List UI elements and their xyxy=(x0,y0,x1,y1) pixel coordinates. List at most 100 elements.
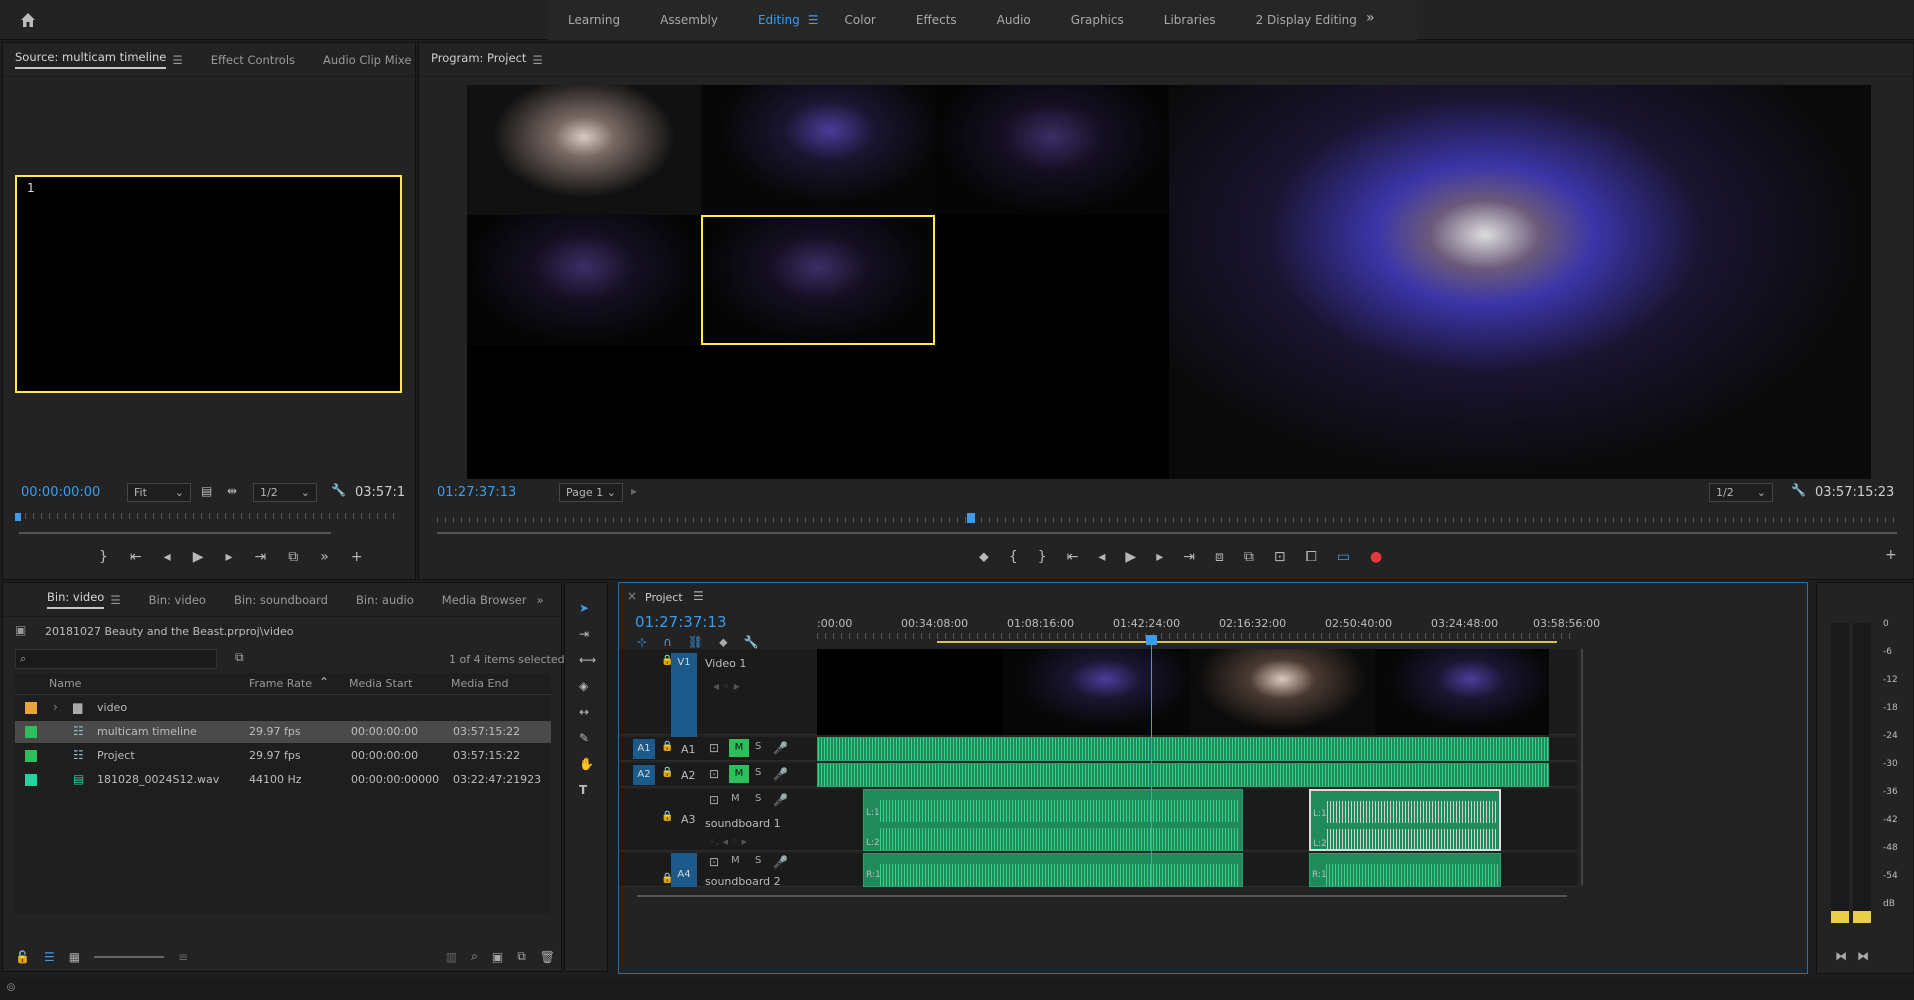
home-icon[interactable] xyxy=(18,10,38,30)
new-bin-icon[interactable]: ▣ xyxy=(492,950,503,964)
track-target-a4[interactable]: A4 xyxy=(671,853,697,887)
source-zoom-bar[interactable] xyxy=(19,532,331,534)
linked-selection-icon[interactable]: ⛓ xyxy=(688,635,703,650)
source-angle-frame[interactable]: 1 xyxy=(15,175,402,393)
audio-clip-a1[interactable] xyxy=(817,737,1549,761)
program-preview[interactable] xyxy=(1169,85,1871,479)
workspace-tab-libraries[interactable]: Libraries xyxy=(1144,13,1236,27)
type-tool-icon[interactable]: T xyxy=(579,783,587,797)
program-playhead[interactable] xyxy=(967,513,975,523)
timeline-playhead-handle[interactable] xyxy=(1146,635,1157,645)
track-target-v1[interactable]: V1 xyxy=(671,653,697,739)
label-color-swatch[interactable] xyxy=(25,750,37,762)
mic-icon[interactable]: 🎤 xyxy=(773,741,788,755)
list-item[interactable]: ▤ 181028_0024S12.wav 44100 Hz 00:00:00:0… xyxy=(15,769,551,791)
workspace-overflow-icon[interactable]: » xyxy=(1366,10,1375,26)
audio-clip-soundboard-1[interactable]: L:1 L:2 xyxy=(863,789,1243,851)
workspace-tab-effects[interactable]: Effects xyxy=(896,13,977,27)
program-resolution-select[interactable]: 1/2 ⌄ xyxy=(1709,483,1773,502)
new-search-bin-icon[interactable]: ⧉ xyxy=(235,650,244,665)
camera-angle-5[interactable] xyxy=(701,215,935,345)
list-item[interactable]: ☷ multicam timeline 29.97 fps 00:00:00:0… xyxy=(15,721,551,743)
camera-icon[interactable]: ⊡ xyxy=(1274,549,1286,565)
solo-button[interactable]: S xyxy=(755,767,761,778)
tab-effect-controls[interactable]: Effect Controls xyxy=(211,53,295,67)
icon-view-icon[interactable]: ▦ xyxy=(69,950,80,964)
mic-icon[interactable]: 🎤 xyxy=(773,793,788,807)
workspace-tab-audio[interactable]: Audio xyxy=(977,13,1051,27)
tab-bin-audio[interactable]: Bin: audio xyxy=(356,593,414,607)
keyframe-nav-icon[interactable]: ◂ ◦ ▸ xyxy=(713,679,740,693)
go-to-out-icon[interactable]: ⇥ xyxy=(255,549,267,565)
voice-over-icon[interactable]: ⊡ xyxy=(709,767,719,781)
mic-icon[interactable]: 🎤 xyxy=(773,767,788,781)
step-forward-icon[interactable]: ▸ xyxy=(225,549,232,565)
insert-clip-icon[interactable]: ⧉ xyxy=(288,549,298,565)
voice-over-icon[interactable]: ⊡ xyxy=(709,855,719,869)
hand-icon[interactable]: ✋ xyxy=(579,757,594,771)
program-wrench-icon[interactable]: 🔧 xyxy=(1791,483,1806,497)
column-frame-rate[interactable]: Frame Rate xyxy=(249,677,312,690)
mute-button[interactable]: M xyxy=(731,793,740,804)
selection-tool-icon[interactable]: ➤ xyxy=(579,601,589,615)
menu-icon[interactable]: ☰ xyxy=(172,53,182,67)
tab-program-project[interactable]: Program: Project xyxy=(431,51,526,68)
mark-in-icon[interactable]: { xyxy=(1009,549,1018,565)
tab-bin-video-2[interactable]: Bin: video xyxy=(149,593,206,607)
panel-overflow-icon[interactable]: » xyxy=(537,593,544,607)
snap-icon[interactable]: ∩ xyxy=(663,635,672,650)
multicam-grid[interactable] xyxy=(467,85,1169,479)
lift-icon[interactable]: ⧈ xyxy=(1215,549,1224,565)
source-patch-a2[interactable]: A2 xyxy=(633,765,655,785)
column-media-end[interactable]: Media End xyxy=(451,677,508,690)
go-to-in-icon[interactable]: ⇤ xyxy=(130,549,142,565)
razor-icon[interactable]: ◈ xyxy=(579,679,588,693)
label-color-swatch[interactable] xyxy=(25,726,37,738)
page-next-icon[interactable]: ▸ xyxy=(631,484,637,498)
voice-over-icon[interactable]: ⊡ xyxy=(709,741,719,755)
expand-chevron-icon[interactable]: › xyxy=(53,700,58,714)
pen-icon[interactable]: ✎ xyxy=(579,731,589,745)
timeline-zoom-scrollbar[interactable] xyxy=(637,895,1567,897)
camera-angle-1[interactable] xyxy=(467,85,701,215)
timeline-playhead[interactable] xyxy=(1151,635,1152,887)
mute-button[interactable]: M xyxy=(731,855,740,866)
solo-button[interactable]: S xyxy=(755,741,761,752)
audio-clip-soundboard-2b[interactable]: R:1 xyxy=(1309,853,1501,887)
tab-bin-soundboard[interactable]: Bin: soundboard xyxy=(234,593,328,607)
source-playhead[interactable] xyxy=(15,513,21,521)
tab-source-multicam[interactable]: Source: multicam timeline xyxy=(15,50,167,69)
status-icon[interactable]: ⊚ xyxy=(6,980,16,994)
sequence-tab[interactable]: Project xyxy=(645,591,683,604)
find-icon[interactable]: ⌕ xyxy=(471,949,478,964)
keyframe-nav-icon[interactable]: ◦. ◂ ◦ ▸ xyxy=(709,835,747,848)
source-fit-select[interactable]: Fit ⌄ xyxy=(127,483,191,502)
timeline-timecode[interactable]: 01:27:37:13 xyxy=(635,613,727,631)
label-color-swatch[interactable] xyxy=(25,774,37,786)
voice-over-icon[interactable]: ⊡ xyxy=(709,793,719,807)
tab-bin-video[interactable]: Bin: video xyxy=(47,590,105,609)
list-item[interactable]: › ▆ video xyxy=(15,697,551,719)
multicam-toggle-icon[interactable]: ▭ xyxy=(1337,549,1350,565)
go-to-in-icon[interactable]: ⇤ xyxy=(1067,549,1079,565)
audio-clip-soundboard-1b[interactable]: L:1 L:2 xyxy=(1309,789,1501,851)
vertical-scrollbar[interactable] xyxy=(1581,649,1583,885)
source-resolution-select[interactable]: 1/2 ⌄ xyxy=(253,483,317,502)
workspace-menu-icon[interactable]: ☰ xyxy=(808,13,819,27)
settings-wrench-icon[interactable]: 🔧 xyxy=(744,635,759,650)
add-marker-icon[interactable]: ⬥ xyxy=(979,549,989,565)
source-timecode[interactable]: 00:00:00:00 xyxy=(21,485,100,500)
record-icon[interactable]: ● xyxy=(1370,549,1382,565)
work-area-bar[interactable] xyxy=(937,641,1557,643)
workspace-tab-learning[interactable]: Learning xyxy=(548,13,640,27)
audio-clip-soundboard-2[interactable]: R:1 xyxy=(863,853,1243,887)
page-select[interactable]: Page 1 ⌄ xyxy=(559,483,623,502)
track-select-icon[interactable]: ⇥ xyxy=(579,627,589,641)
solo-button[interactable]: S xyxy=(755,793,761,804)
camera-angle-3[interactable] xyxy=(935,85,1169,215)
video-clip[interactable] xyxy=(817,649,1549,735)
program-zoom-bar[interactable] xyxy=(437,532,1897,534)
menu-icon[interactable]: ☰ xyxy=(110,593,120,607)
program-add-icon[interactable]: + xyxy=(1885,547,1897,563)
step-forward-icon[interactable]: ▸ xyxy=(1156,549,1163,565)
